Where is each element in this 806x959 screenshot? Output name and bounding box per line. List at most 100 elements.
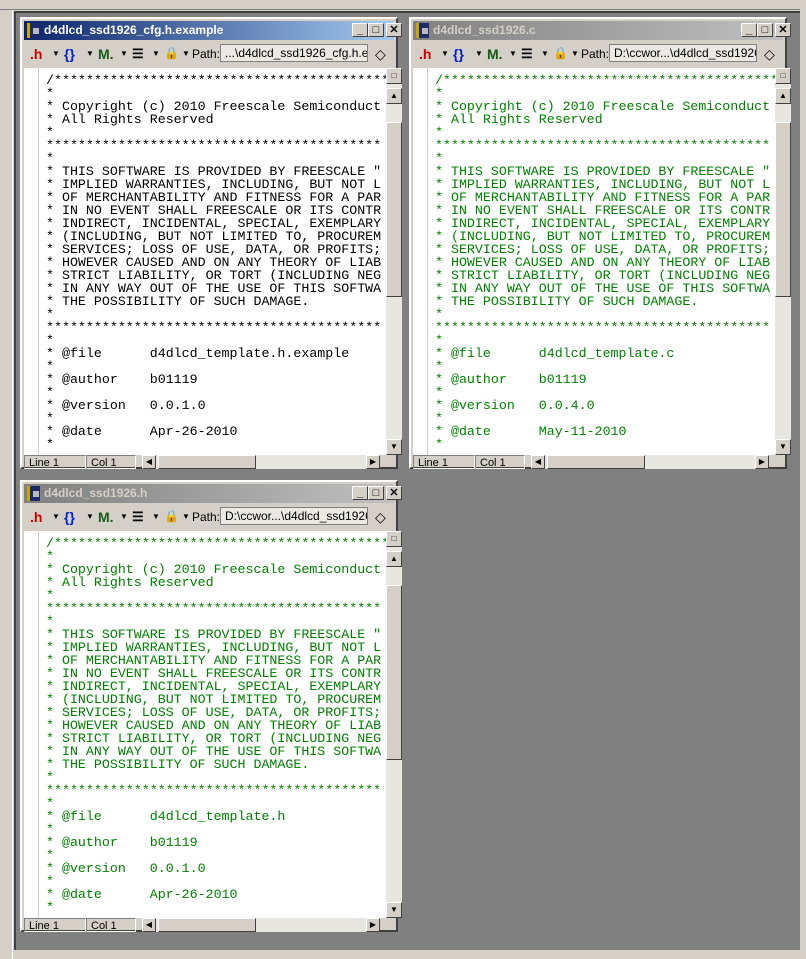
scroll-thumb[interactable] [775,122,791,297]
code-line: ****************************************… [46,320,382,335]
chevron-down-icon[interactable]: ▼ [182,512,190,521]
chevron-down-icon[interactable]: ▼ [52,512,60,521]
scroll-down-button[interactable]: ▼ [386,902,402,918]
macro-m-icon[interactable]: M. [487,46,503,62]
code-line: * @date May-11-2010 [435,424,627,439]
path-label: Path: [581,47,610,61]
hscroll-thumb[interactable] [158,455,256,469]
path-label: Path: [192,47,221,61]
lock-icon[interactable]: 🔒 [164,46,179,60]
chevron-down-icon[interactable]: ▼ [120,512,128,521]
scroll-up-button[interactable]: ▲ [775,88,791,104]
scroll-right-button[interactable]: ▶ [366,918,380,932]
lock-icon[interactable]: 🔒 [164,509,179,523]
editor-window-2[interactable]: d4dlcd_ssd1926.c _ □ ✕ .h ▼ {} ▼ M. ▼ ☰ ▼ 🔒 ▼… [409,17,791,469]
scroll-left-button[interactable]: ◀ [142,455,156,469]
close-button[interactable]: ✕ [775,23,791,37]
split-button[interactable]: □ [386,68,402,84]
scroll-down-button[interactable]: ▼ [775,439,791,455]
scroll-down-button[interactable]: ▼ [386,439,402,455]
lock-icon[interactable]: 🔒 [553,46,568,60]
code-line: * THE POSSIBILITY OF SUCH DAMAGE. [435,294,699,309]
code-line: * @version 0.0.1.0 [46,398,206,413]
close-button[interactable]: ✕ [386,486,402,500]
header-h-icon[interactable]: .h [419,46,431,62]
scroll-thumb[interactable] [386,122,402,297]
scroll-up-button[interactable]: ▲ [386,88,402,104]
diamond-icon[interactable]: ◇ [375,46,386,63]
braces-icon[interactable]: {} [453,46,464,62]
chevron-down-icon[interactable]: ▼ [541,49,549,58]
list-doc-icon[interactable]: ☰ [132,509,144,525]
chevron-down-icon[interactable]: ▼ [475,49,483,58]
horizontal-scrollbar[interactable]: ◀ ▶ [142,455,380,469]
status-line: Line 1 [24,455,86,469]
chevron-down-icon[interactable]: ▼ [182,49,190,58]
header-h-icon[interactable]: .h [30,46,42,62]
code-line: * All Rights Reserved [435,112,603,127]
chevron-down-icon[interactable]: ▼ [86,512,94,521]
code-editor[interactable]: /***************************************… [413,68,775,455]
scroll-left-button[interactable]: ◀ [531,455,545,469]
maximize-button[interactable]: □ [757,23,773,37]
split-button[interactable]: □ [775,68,791,84]
title-bar[interactable]: d4dlcd_ssd1926_cfg.h.example _ □ ✕ [24,21,402,40]
scroll-left-button[interactable]: ◀ [142,918,156,932]
scroll-thumb[interactable] [386,585,402,760]
code-editor[interactable]: /***************************************… [24,68,386,455]
gutter [413,68,428,455]
split-button[interactable]: □ [386,531,402,547]
chevron-down-icon[interactable]: ▼ [86,49,94,58]
braces-icon[interactable]: {} [64,46,75,62]
code-line: * All Rights Reserved [46,575,214,590]
code-line: * @author b01119 [46,835,198,850]
macro-m-icon[interactable]: M. [98,509,114,525]
maximize-button[interactable]: □ [368,23,384,37]
chevron-down-icon[interactable]: ▼ [509,49,517,58]
maximize-button[interactable]: □ [368,486,384,500]
minimize-button[interactable]: _ [741,23,757,37]
status-col: Col 1 [86,455,136,469]
horizontal-scrollbar[interactable]: ◀ ▶ [142,918,380,932]
diamond-icon[interactable]: ◇ [764,46,775,63]
chevron-down-icon[interactable]: ▼ [571,49,579,58]
code-line: ****************************************… [46,138,382,153]
path-field[interactable]: D:\ccwor...\d4dlcd_ssd1926.h [220,507,368,525]
horizontal-scrollbar[interactable]: ◀ ▶ [531,455,769,469]
scroll-right-button[interactable]: ▶ [755,455,769,469]
vertical-scrollbar[interactable]: □ ▲ ▼ [775,68,791,455]
scroll-up-button[interactable]: ▲ [386,551,402,567]
header-h-icon[interactable]: .h [30,509,42,525]
title-bar[interactable]: d4dlcd_ssd1926.h _ □ ✕ [24,484,402,503]
hscroll-thumb[interactable] [158,918,256,932]
code-line: /***************************************… [46,536,386,551]
list-doc-icon[interactable]: ☰ [521,46,533,62]
diamond-icon[interactable]: ◇ [375,509,386,526]
title-bar[interactable]: d4dlcd_ssd1926.c _ □ ✕ [413,21,791,40]
chevron-down-icon[interactable]: ▼ [441,49,449,58]
editor-toolbar: .h ▼ {} ▼ M. ▼ ☰ ▼ 🔒 ▼ Path: D:\ccwor...\d4dl… [413,42,783,66]
scroll-right-button[interactable]: ▶ [366,455,380,469]
braces-icon[interactable]: {} [64,509,75,525]
hscroll-thumb[interactable] [547,455,645,469]
vertical-scrollbar[interactable]: □ ▲ ▼ [386,531,402,918]
chevron-down-icon[interactable]: ▼ [52,49,60,58]
code-editor[interactable]: /***************************************… [24,531,386,918]
close-button[interactable]: ✕ [386,23,402,37]
code-lines: /***************************************… [46,74,386,451]
chevron-down-icon[interactable]: ▼ [120,49,128,58]
minimize-button[interactable]: _ [352,486,368,500]
path-field[interactable]: D:\ccwor...\d4dlcd_ssd1926.c [609,44,757,62]
chevron-down-icon[interactable]: ▼ [152,49,160,58]
code-line: * @file d4dlcd_template.h.example [46,346,350,361]
editor-window-3[interactable]: d4dlcd_ssd1926.h _ □ ✕ .h ▼ {} ▼ M. ▼ ☰ ▼ 🔒 ▼… [20,480,402,932]
chevron-down-icon[interactable]: ▼ [152,512,160,521]
minimize-button[interactable]: _ [352,23,368,37]
vertical-scrollbar[interactable]: □ ▲ ▼ [386,68,402,455]
editor-window-1[interactable]: d4dlcd_ssd1926_cfg.h.example _ □ ✕ .h ▼ {… [20,17,402,469]
path-field[interactable]: ...\d4dlcd_ssd1926_cfg.h.example [220,44,368,62]
file-icon [27,23,40,38]
list-doc-icon[interactable]: ☰ [132,46,144,62]
macro-m-icon[interactable]: M. [98,46,114,62]
editor-toolbar: .h ▼ {} ▼ M. ▼ ☰ ▼ 🔒 ▼ Path: D:\ccwor...\d4dl… [24,505,394,529]
